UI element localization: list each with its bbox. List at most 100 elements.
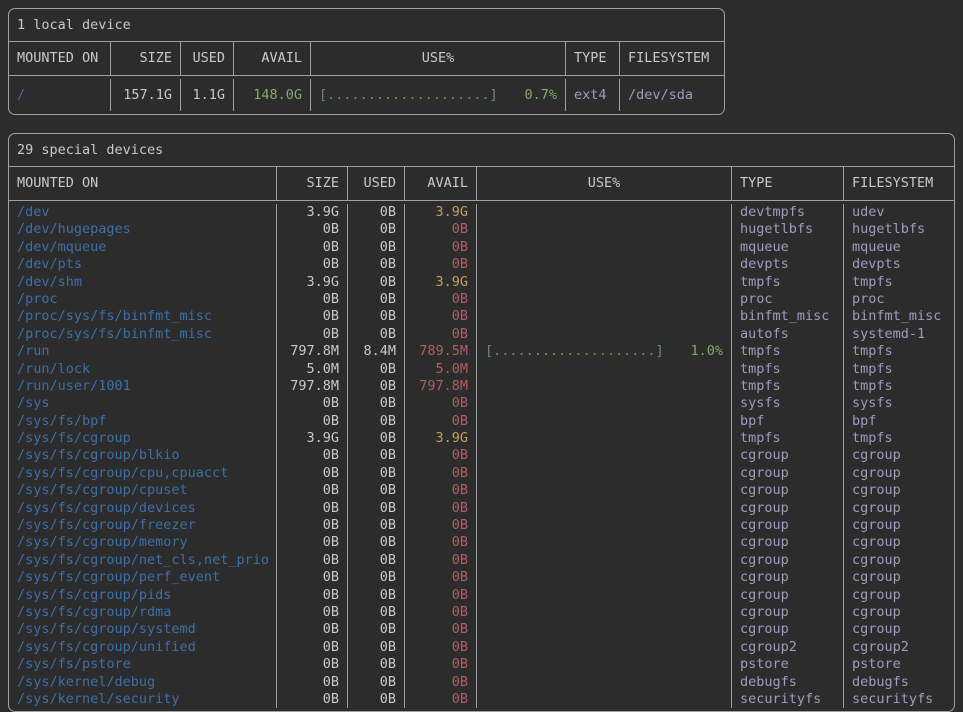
avail-value: 3.9G [405,204,477,221]
size-value: 0B [277,517,348,534]
mount-point: /dev/pts [9,256,277,273]
filesystem: proc [844,291,954,308]
column-header-use-: USE% [477,167,732,200]
mount-point: /run [9,343,277,360]
mount-point: /run/lock [9,361,277,378]
column-header-type: TYPE [566,42,620,75]
usage-cell [477,204,732,221]
usage-cell: [....................]1.0% [477,343,732,360]
table-row: /157.1G1.1G148.0G[....................]0… [9,79,724,111]
table-row: /sys/fs/cgroup/blkio0B0B0Bcgroupcgroup [9,447,954,464]
used-value: 0B [348,656,405,673]
usage-cell [477,239,732,256]
fs-type: mqueue [732,239,844,256]
column-header-type: TYPE [732,167,844,200]
filesystem: tmpfs [844,274,954,291]
usage-cell [477,517,732,534]
size-value: 0B [277,621,348,638]
usage-cell [477,447,732,464]
usage-cell [477,604,732,621]
size-value: 0B [277,500,348,517]
used-value: 0B [348,395,405,412]
usage-cell: [....................]0.7% [311,79,566,111]
avail-value: 0B [405,569,477,586]
avail-value: 789.5M [405,343,477,360]
size-value: 0B [277,447,348,464]
fs-type: cgroup [732,587,844,604]
fs-type: tmpfs [732,343,844,360]
mount-point: /sys/fs/cgroup/blkio [9,447,277,464]
filesystem: cgroup [844,621,954,638]
used-value: 0B [348,604,405,621]
avail-value: 0B [405,587,477,604]
size-value: 0B [277,534,348,551]
size-value: 0B [277,674,348,691]
fs-type: pstore [732,656,844,673]
avail-value: 0B [405,621,477,638]
used-value: 0B [348,639,405,656]
table-row: /sys/fs/cgroup/pids0B0B0Bcgroupcgroup [9,587,954,604]
avail-value: 0B [405,656,477,673]
used-value: 0B [348,534,405,551]
table-row: /sys/fs/cgroup3.9G0B3.9Gtmpfstmpfs [9,430,954,447]
special-devices-table: 29 special devices MOUNTED ONSIZEUSEDAVA… [8,133,955,712]
usage-cell [477,482,732,499]
mount-point: /sys/fs/cgroup/memory [9,534,277,551]
fs-type: tmpfs [732,378,844,395]
size-value: 5.0M [277,361,348,378]
avail-value: 3.9G [405,274,477,291]
used-value: 0B [348,621,405,638]
avail-value: 148.0G [234,79,311,111]
mount-point: /sys/kernel/security [9,691,277,708]
size-value: 0B [277,326,348,343]
size-value: 0B [277,413,348,430]
used-value: 0B [348,517,405,534]
filesystem: cgroup [844,465,954,482]
filesystem: securityfs [844,691,954,708]
usage-cell [477,534,732,551]
fs-type: debugfs [732,674,844,691]
table-row: /sys/fs/cgroup/unified0B0B0Bcgroup2cgrou… [9,639,954,656]
table-row: /sys/fs/pstore0B0B0Bpstorepstore [9,656,954,673]
used-value: 0B [348,378,405,395]
usage-cell [477,274,732,291]
size-value: 0B [277,256,348,273]
table-row: /sys/fs/cgroup/memory0B0B0Bcgroupcgroup [9,534,954,551]
table-row: /sys/kernel/debug0B0B0Bdebugfsdebugfs [9,674,954,691]
used-value: 0B [348,674,405,691]
filesystem: cgroup2 [844,639,954,656]
avail-value: 0B [405,674,477,691]
table-row: /sys/fs/cgroup/perf_event0B0B0Bcgroupcgr… [9,569,954,586]
usage-bar: [....................] [485,343,664,360]
table-title-special-devices: 29 special devices [9,134,954,167]
avail-value: 0B [405,413,477,430]
mount-point: /sys/fs/cgroup/rdma [9,604,277,621]
mount-point: /sys/fs/pstore [9,656,277,673]
avail-value: 797.8M [405,378,477,395]
table-body: /157.1G1.1G148.0G[....................]0… [9,76,724,114]
table-row: /dev/shm3.9G0B3.9Gtmpfstmpfs [9,274,954,291]
fs-type: cgroup [732,552,844,569]
size-value: 0B [277,604,348,621]
used-value: 0B [348,552,405,569]
filesystem: cgroup [844,569,954,586]
filesystem: tmpfs [844,343,954,360]
fs-type: cgroup [732,604,844,621]
used-value: 0B [348,691,405,708]
fs-type: ext4 [566,79,620,111]
usage-cell [477,361,732,378]
table-title-local-devices: 1 local device [9,9,724,42]
filesystem: cgroup [844,517,954,534]
size-value: 0B [277,308,348,325]
usage-cell [477,430,732,447]
size-value: 0B [277,395,348,412]
mount-point: /dev [9,204,277,221]
mount-point: /proc/sys/fs/binfmt_misc [9,308,277,325]
size-value: 0B [277,552,348,569]
local-devices-table: 1 local device MOUNTED ONSIZEUSEDAVAILUS… [8,8,725,115]
mount-point: /sys/fs/cgroup/pids [9,587,277,604]
filesystem: devpts [844,256,954,273]
size-value: 0B [277,569,348,586]
filesystem: cgroup [844,534,954,551]
column-header-use-: USE% [311,42,566,75]
